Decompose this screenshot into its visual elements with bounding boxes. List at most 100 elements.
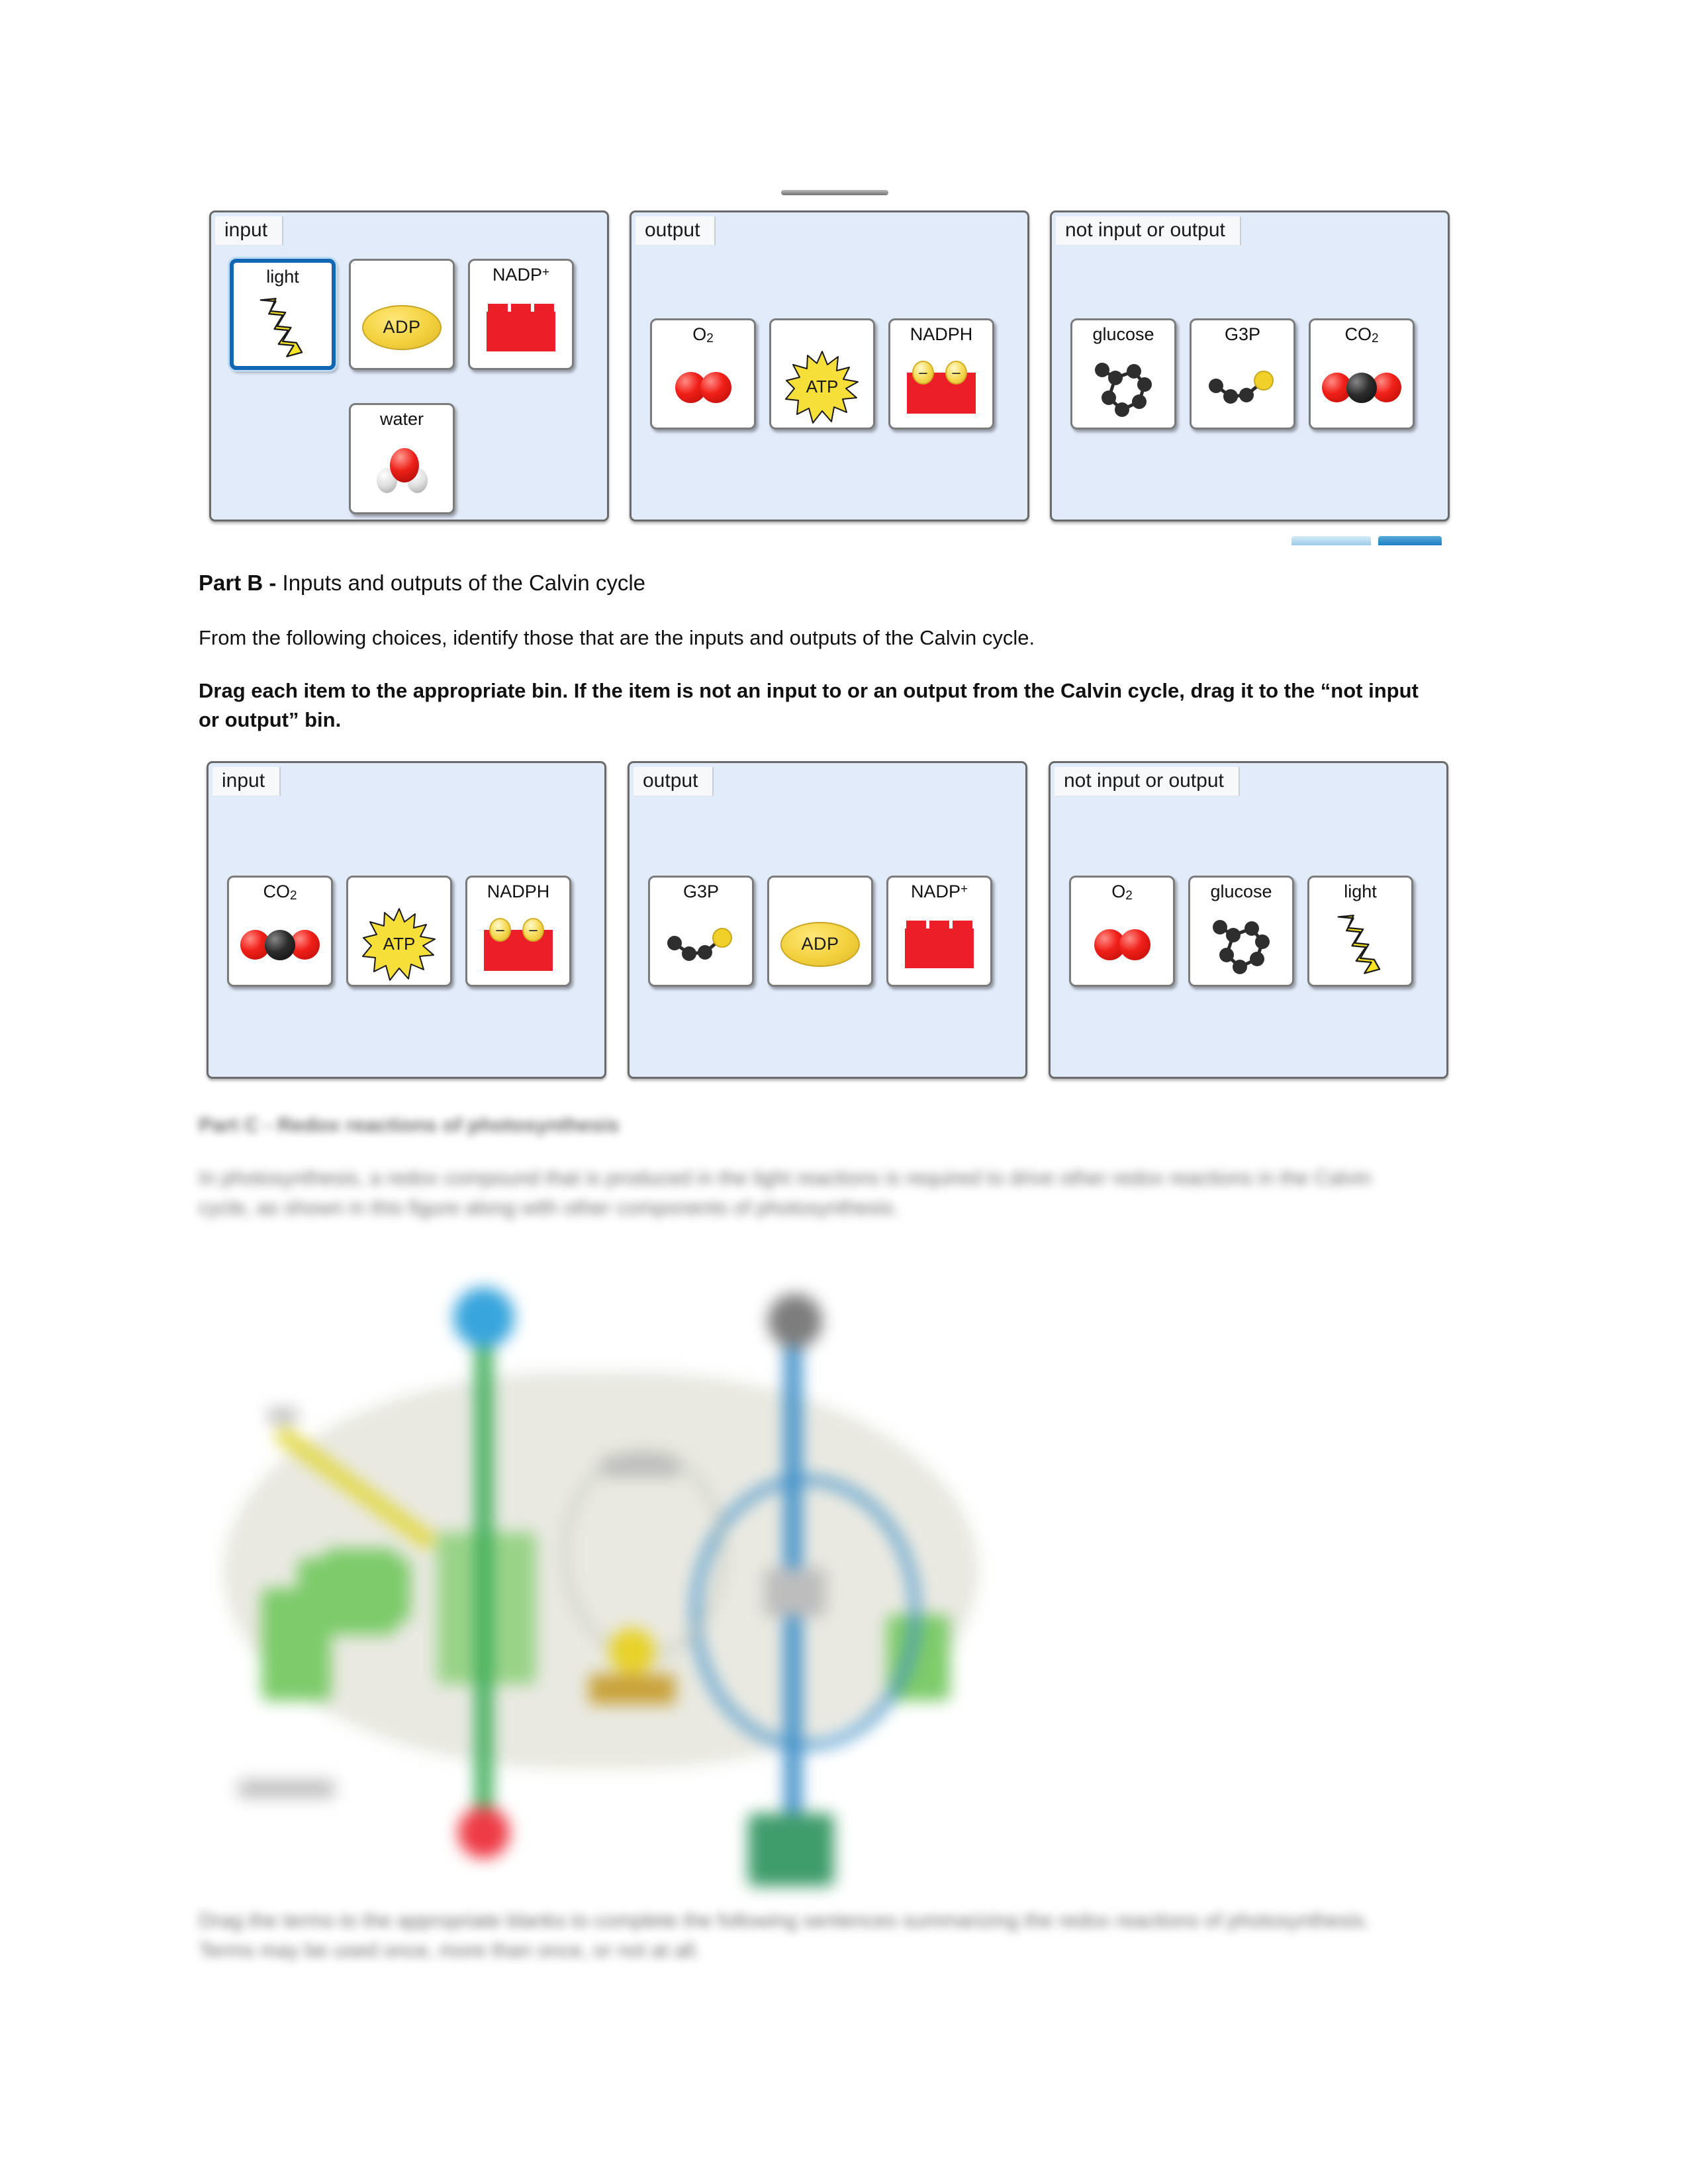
card-label: CO2	[1344, 324, 1379, 345]
part-b-bins: input CO2 ATP NADPH – – output G3P ADP N…	[207, 761, 1448, 1079]
item-card-nadph[interactable]: NADPH – –	[888, 318, 994, 430]
document-page: input light ADP NADP+ water output O2 AT…	[0, 0, 1688, 2184]
bin-label: not input or output	[1055, 767, 1240, 796]
bin-not-input-or-output-part-b[interactable]: not input or output O2 glucose light	[1049, 761, 1448, 1079]
item-card-nadp-plus[interactable]: NADP+	[886, 876, 992, 987]
co2-molecule-icon	[1311, 347, 1413, 428]
card-label: NADPH	[910, 324, 973, 344]
calvin-cycle-label-redacted	[765, 1569, 825, 1616]
adp-label-redacted	[589, 1674, 675, 1704]
item-card-g3p[interactable]: G3P	[648, 876, 754, 987]
adp-icon: ADP	[769, 903, 871, 985]
co2-molecule-icon	[229, 905, 331, 985]
bin-label: input	[215, 216, 284, 246]
nadp-label-redacted	[602, 1456, 679, 1477]
card-label: NADP+	[492, 265, 550, 285]
atp-marker	[609, 1628, 655, 1674]
card-label: light	[1344, 882, 1377, 901]
bin-output-part-a[interactable]: output O2 ATP NADPH – –	[630, 210, 1029, 522]
part-b-title: Inputs and outputs of the Calvin cycle	[276, 570, 646, 595]
g3p-molecule-icon	[650, 903, 752, 985]
card-label: G3P	[1224, 324, 1261, 344]
part-b-label: Part B -	[199, 570, 277, 595]
item-card-atp[interactable]: ATP	[769, 318, 875, 430]
lightning-icon	[1309, 903, 1411, 985]
item-card-nadp-plus[interactable]: NADP+	[468, 259, 574, 370]
adp-label: ADP	[362, 304, 442, 350]
gray-knob	[768, 1294, 822, 1348]
nadph-icon: – –	[467, 903, 569, 985]
lightning-icon	[234, 289, 332, 366]
chloroplast-label-redacted	[238, 1780, 334, 1797]
grana-stack	[298, 1559, 410, 1621]
bin-label: input	[212, 767, 281, 796]
primary-button[interactable]	[1378, 536, 1442, 545]
item-card-o2[interactable]: O2	[1069, 876, 1175, 987]
blue-knob	[453, 1287, 514, 1348]
item-card-glucose[interactable]: glucose	[1070, 318, 1176, 430]
bin-items: CO2 ATP NADPH – –	[227, 876, 598, 987]
atp-label: ATP	[383, 934, 416, 954]
card-label: glucose	[1210, 882, 1272, 901]
bin-items: O2 glucose light	[1069, 876, 1440, 987]
secondary-button[interactable]	[1291, 536, 1371, 545]
bin-items: O2 ATP NADPH – –	[650, 318, 1021, 430]
nadph-icon: – –	[890, 346, 992, 428]
inner-cycle-arc	[563, 1449, 726, 1659]
chloroplast-figure-redacted	[199, 1257, 1026, 1886]
bin-label: not input or output	[1056, 216, 1241, 246]
item-card-light[interactable]: light	[1307, 876, 1413, 987]
card-label: light	[266, 267, 299, 287]
o2-molecule-icon	[652, 347, 754, 428]
card-label: O2	[692, 324, 714, 345]
g3p-molecule-icon	[1192, 346, 1293, 428]
atp-icon: ATP	[348, 903, 450, 985]
item-card-adp[interactable]: ADP	[767, 876, 873, 987]
item-card-glucose[interactable]: glucose	[1188, 876, 1294, 987]
nadp-plus-icon	[888, 903, 990, 985]
glucose-molecule-icon	[1190, 903, 1292, 985]
glucose-molecule-icon	[1072, 346, 1174, 428]
item-card-adp[interactable]: ADP	[349, 259, 455, 370]
bin-output-part-b[interactable]: output G3P ADP NADP+	[628, 761, 1027, 1079]
item-card-light[interactable]: light	[230, 259, 336, 370]
item-card-water[interactable]: water	[349, 403, 455, 514]
item-card-g3p[interactable]: G3P	[1190, 318, 1295, 430]
water-molecule-icon	[351, 431, 453, 512]
card-label: water	[379, 409, 424, 429]
card-label: NADP+	[910, 882, 968, 901]
bin-items: light ADP NADP+ water	[230, 259, 600, 514]
part-b-intro: From the following choices, identify tho…	[199, 626, 1035, 649]
item-card-nadph[interactable]: NADPH – –	[465, 876, 571, 987]
item-card-co2[interactable]: CO2	[227, 876, 333, 987]
item-card-co2[interactable]: CO2	[1309, 318, 1415, 430]
part-c-paragraph-redacted: In photosynthesis, a redox compound that…	[199, 1166, 1372, 1219]
adp-label: ADP	[780, 921, 860, 967]
part-b-instruction: Drag each item to the appropriate bin. I…	[199, 679, 1419, 732]
adp-icon: ADP	[351, 287, 453, 368]
part-b-heading: Part B - Inputs and outputs of the Calvi…	[199, 568, 1456, 599]
card-label: NADPH	[487, 882, 550, 901]
bin-items: G3P ADP NADP+	[648, 876, 1019, 987]
o2-molecule-icon	[1071, 905, 1173, 985]
card-label	[397, 883, 402, 901]
bin-items: glucose G3P CO2	[1070, 318, 1441, 430]
g3p-endpoint	[748, 1813, 834, 1886]
card-label: G3P	[682, 882, 720, 901]
bin-not-input-or-output-part-a[interactable]: not input or output glucose G3P CO2	[1050, 210, 1450, 522]
part-a-bins: input light ADP NADP+ water output O2 AT…	[209, 210, 1450, 522]
bin-input-part-a[interactable]: input light ADP NADP+ water	[209, 210, 609, 522]
part-c-footer-redacted: Drag the terms to the appropriate blanks…	[199, 1909, 1370, 1962]
part-c-heading-redacted: Part C - Redox reactions of photosynthes…	[199, 1113, 620, 1136]
green-arrow-shaft	[475, 1324, 492, 1827]
nadp-plus-icon	[470, 287, 572, 368]
card-label: glucose	[1092, 324, 1154, 344]
card-label: O2	[1111, 882, 1133, 903]
card-label	[399, 266, 404, 284]
item-card-atp[interactable]: ATP	[346, 876, 452, 987]
card-label: CO2	[263, 882, 297, 903]
bin-input-part-b[interactable]: input CO2 ATP NADPH – –	[207, 761, 606, 1079]
item-card-o2[interactable]: O2	[650, 318, 756, 430]
partial-toolbar-strip	[781, 190, 888, 195]
bin-label: output	[633, 767, 714, 796]
